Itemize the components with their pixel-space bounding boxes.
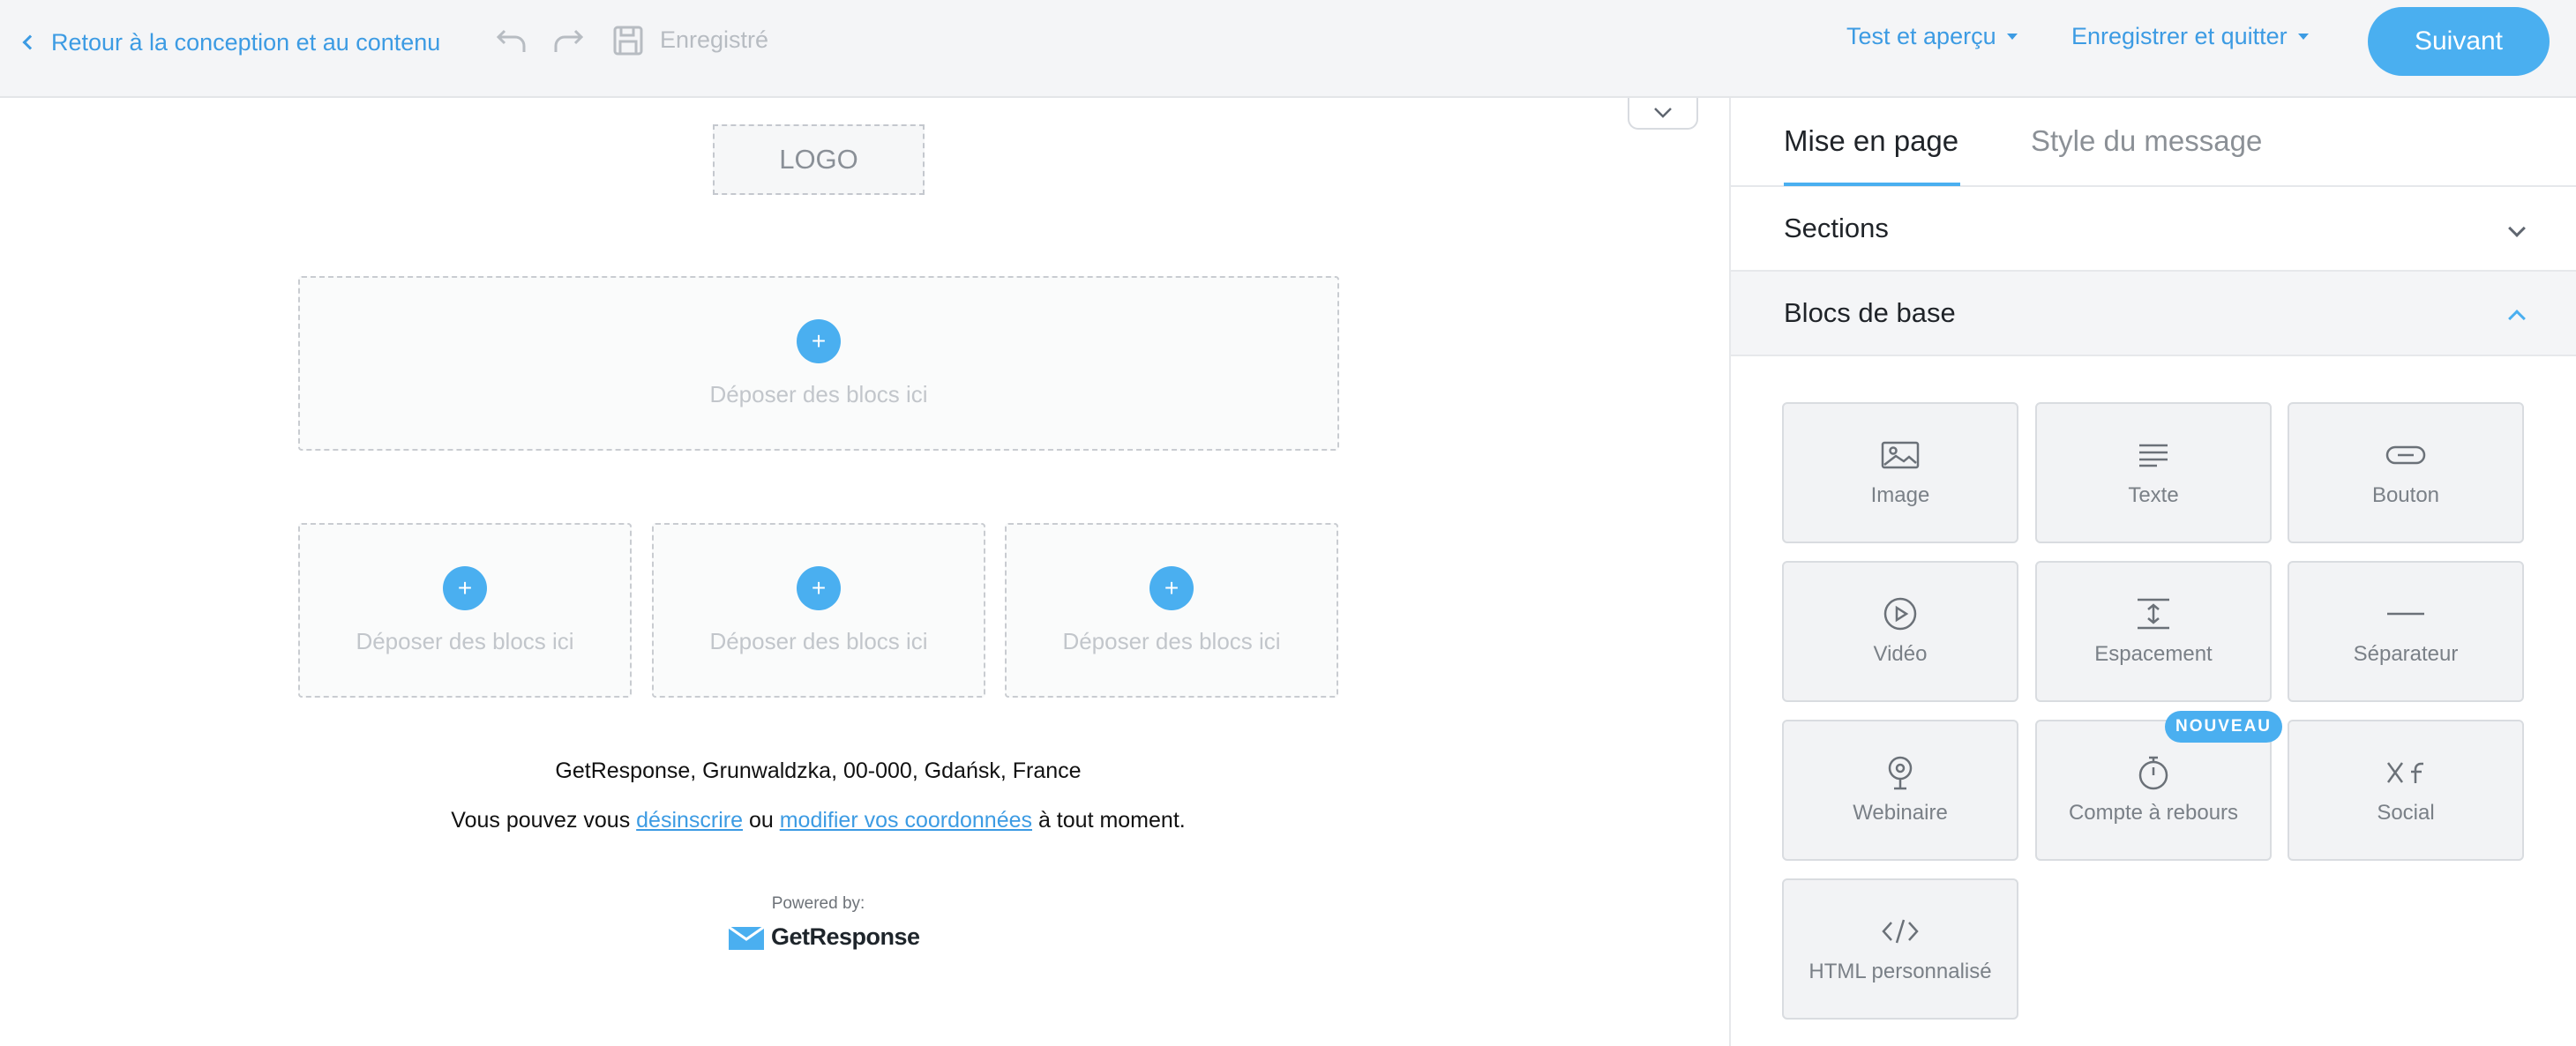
sections-accordion[interactable]: Sections (1731, 187, 2576, 272)
active-tab-indicator (1784, 183, 1960, 186)
add-block-button[interactable]: + (1149, 565, 1194, 610)
test-preview-menu[interactable]: Test et aperçu (1846, 23, 2018, 50)
update-details-link[interactable]: modifier vos coordonnées (780, 808, 1032, 833)
panel-tabs: Mise en page Style du message (1731, 98, 2576, 187)
caret-down-icon (2006, 34, 2018, 40)
block-label: Image (1870, 483, 1930, 507)
drop-zone-column-1[interactable]: + Déposer des blocs ici (298, 523, 632, 698)
saved-status: Enregistré (660, 26, 769, 53)
drop-zone-label: Déposer des blocs ici (709, 627, 928, 654)
button-icon (2385, 437, 2427, 473)
chevron-down-icon (2508, 220, 2526, 237)
basic-blocks-label: Blocs de base (1784, 297, 1956, 328)
block-spacing[interactable]: Espacement (2035, 561, 2272, 702)
block-label: Texte (2128, 483, 2179, 507)
new-badge: NOUVEAU (2165, 711, 2283, 743)
drop-zone-column-2[interactable]: + Déposer des blocs ici (652, 523, 985, 698)
powered-by-label: Powered by: (771, 894, 865, 913)
brand-name: GetResponse (771, 923, 920, 950)
social-icon (2385, 755, 2427, 790)
save-quit-menu[interactable]: Enregistrer et quitter (2071, 23, 2309, 50)
chevron-left-icon (22, 34, 38, 50)
top-bar: Retour à la conception et au contenu Enr… (0, 0, 2576, 98)
save-icon (610, 23, 646, 58)
block-label: Social (2377, 801, 2435, 825)
chevron-up-icon (2508, 310, 2526, 327)
footer-address: GetResponse, Grunwaldzka, 00-000, Gdańsk… (555, 758, 1082, 783)
drop-zone-label: Déposer des blocs ici (1062, 627, 1281, 654)
webinar-icon (1879, 755, 1921, 790)
chevron-down-icon (1654, 108, 1672, 118)
basic-blocks-accordion[interactable]: Blocs de base (1731, 272, 2576, 356)
footer-text: Vous pouvez vous (451, 808, 637, 833)
countdown-icon (2132, 755, 2175, 790)
sections-label: Sections (1784, 213, 1889, 243)
tab-message-style[interactable]: Style du message (2031, 124, 2262, 158)
drop-zone-label: Déposer des blocs ici (356, 627, 574, 654)
block-text[interactable]: Texte (2035, 402, 2272, 543)
footer-text: à tout moment. (1032, 808, 1186, 833)
text-icon (2132, 437, 2175, 473)
block-label: Webinaire (1853, 801, 1948, 825)
block-social[interactable]: Social (2288, 720, 2524, 861)
next-button[interactable]: Suivant (2368, 7, 2550, 76)
drop-zone-label: Déposer des blocs ici (709, 380, 928, 407)
redo-icon[interactable] (550, 23, 586, 58)
block-webinar[interactable]: Webinaire (1782, 720, 2018, 861)
block-custom-html[interactable]: HTML personnalisé (1782, 878, 2018, 1020)
block-label: Espacement (2094, 642, 2213, 666)
logo-placeholder[interactable]: LOGO (713, 124, 925, 195)
block-label: Séparateur (2353, 642, 2459, 666)
drop-zone-full[interactable]: + Déposer des blocs ici (298, 276, 1339, 451)
footer-unsubscribe-line: Vous pouvez vous désinscrire ou modifier… (0, 808, 1636, 833)
collapse-toggle[interactable] (1628, 98, 1698, 130)
test-preview-label: Test et aperçu (1846, 23, 1996, 49)
save-quit-label: Enregistrer et quitter (2071, 23, 2288, 49)
getresponse-logo: GetResponse (729, 923, 920, 951)
code-icon (1879, 914, 1921, 949)
undo-icon[interactable] (494, 23, 529, 58)
back-label: Retour à la conception et au contenu (51, 28, 441, 56)
separator-icon (2385, 596, 2427, 631)
video-icon (1879, 596, 1921, 631)
drop-zone-column-3[interactable]: + Déposer des blocs ici (1005, 523, 1338, 698)
block-label: HTML personnalisé (1808, 960, 1992, 983)
block-label: Compte à rebours (2068, 801, 2239, 825)
caret-down-icon (2297, 34, 2309, 40)
block-video[interactable]: Vidéo (1782, 561, 2018, 702)
block-button[interactable]: Bouton (2288, 402, 2524, 543)
footer-text: ou (743, 808, 780, 833)
unsubscribe-link[interactable]: désinscrire (636, 808, 743, 833)
add-block-button[interactable]: + (797, 565, 841, 610)
block-label: Vidéo (1873, 642, 1928, 666)
spacing-icon (2132, 596, 2175, 631)
block-label: Bouton (2371, 483, 2440, 507)
back-to-design-link[interactable]: Retour à la conception et au contenu (19, 25, 440, 60)
image-icon (1879, 437, 1921, 473)
block-separator[interactable]: Séparateur (2288, 561, 2524, 702)
block-image[interactable]: Image (1782, 402, 2018, 543)
add-block-button[interactable]: + (443, 565, 487, 610)
add-block-button[interactable]: + (797, 318, 841, 363)
tab-layout[interactable]: Mise en page (1784, 124, 1958, 158)
envelope-logo-icon (729, 925, 764, 950)
